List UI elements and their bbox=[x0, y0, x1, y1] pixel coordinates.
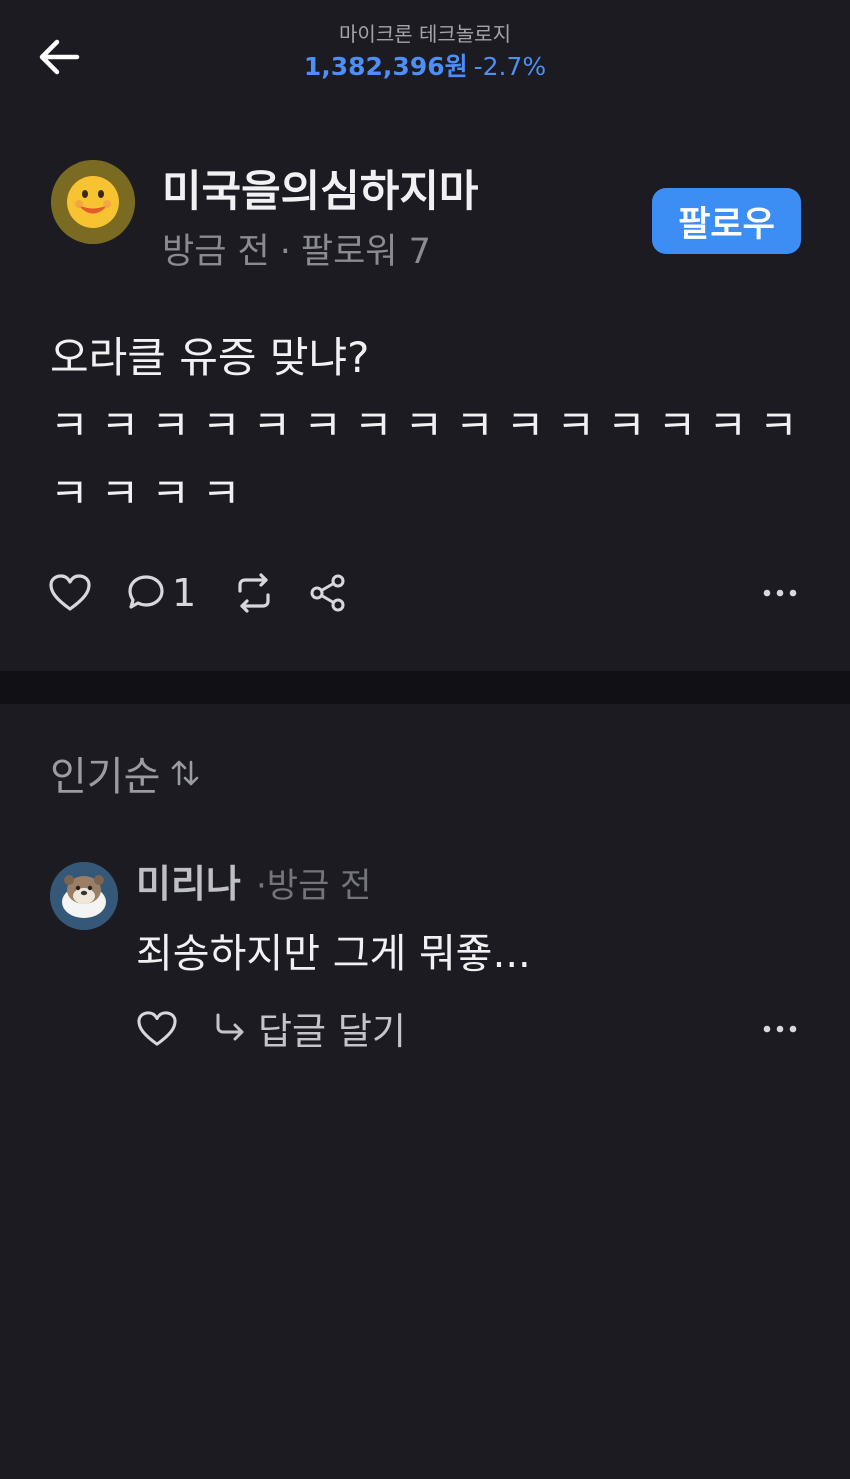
share-icon bbox=[310, 574, 345, 612]
comment-count: 1 bbox=[172, 571, 197, 615]
heart-icon bbox=[49, 574, 91, 611]
comment-actions: 답글 달기 bbox=[136, 1004, 816, 1054]
follower-count: 팔로워 7 bbox=[300, 232, 431, 272]
post-text-line: 오라클 유증 맞냐? bbox=[50, 333, 370, 382]
author-meta: 방금 전 · 팔로워 7 bbox=[162, 228, 431, 276]
comment-text: 죄송하지만 그게 뭐죻... bbox=[136, 931, 531, 977]
stock-change: -2.7% bbox=[473, 52, 547, 81]
sort-label: 인기순 bbox=[50, 754, 161, 800]
commenter-name[interactable]: 미리나 bbox=[136, 858, 241, 910]
reply-button[interactable]: 답글 달기 bbox=[212, 1004, 406, 1053]
comment-button[interactable]: 1 bbox=[126, 568, 196, 618]
commenter-avatar[interactable] bbox=[50, 862, 118, 930]
stock-name: 마이크론 테크놀로지 bbox=[339, 22, 511, 46]
comment-like-button[interactable] bbox=[136, 1004, 178, 1054]
follow-button[interactable]: 팔로우 bbox=[652, 188, 801, 254]
post-more-button[interactable] bbox=[762, 568, 798, 618]
sort-selector[interactable]: 인기순 bbox=[50, 744, 202, 802]
repost-button[interactable] bbox=[232, 568, 276, 618]
reply-label: 답글 달기 bbox=[258, 1010, 406, 1053]
like-button[interactable] bbox=[48, 568, 92, 618]
otter-avatar-icon bbox=[50, 862, 118, 930]
section-divider bbox=[0, 671, 850, 704]
post-time: 방금 전 bbox=[162, 232, 270, 272]
post-actions: 1 bbox=[48, 568, 808, 618]
more-icon bbox=[763, 589, 797, 597]
top-bar: 마이크론 테크놀로지 1,382,396원 -2.7% bbox=[0, 0, 850, 110]
heart-icon bbox=[137, 1011, 177, 1046]
smiley-avatar-icon bbox=[51, 160, 135, 244]
comment-more-button[interactable] bbox=[762, 1004, 798, 1054]
comment-icon bbox=[128, 575, 164, 609]
comment-time: ·방금 전 bbox=[256, 866, 372, 906]
more-icon bbox=[763, 1025, 797, 1033]
post-text-laugh: ㅋㅋㅋㅋㅋㅋㅋㅋㅋㅋㅋㅋㅋㅋㅋㅋㅋㅋㅋ bbox=[50, 401, 810, 518]
author-name[interactable]: 미국을의심하지마 bbox=[162, 164, 478, 220]
sort-arrows-icon bbox=[168, 756, 202, 790]
stock-info[interactable]: 마이크론 테크놀로지 1,382,396원 -2.7% bbox=[0, 20, 850, 84]
share-button[interactable] bbox=[308, 568, 348, 618]
meta-separator: · bbox=[279, 232, 291, 272]
reply-arrow-icon bbox=[212, 1011, 248, 1045]
stock-price: 1,382,396원 bbox=[303, 52, 468, 81]
post-body: 오라클 유증 맞냐? ㅋㅋㅋㅋㅋㅋㅋㅋㅋㅋㅋㅋㅋㅋㅋㅋㅋㅋㅋ bbox=[50, 324, 810, 528]
repost-icon bbox=[238, 573, 270, 613]
author-avatar[interactable] bbox=[51, 160, 135, 244]
